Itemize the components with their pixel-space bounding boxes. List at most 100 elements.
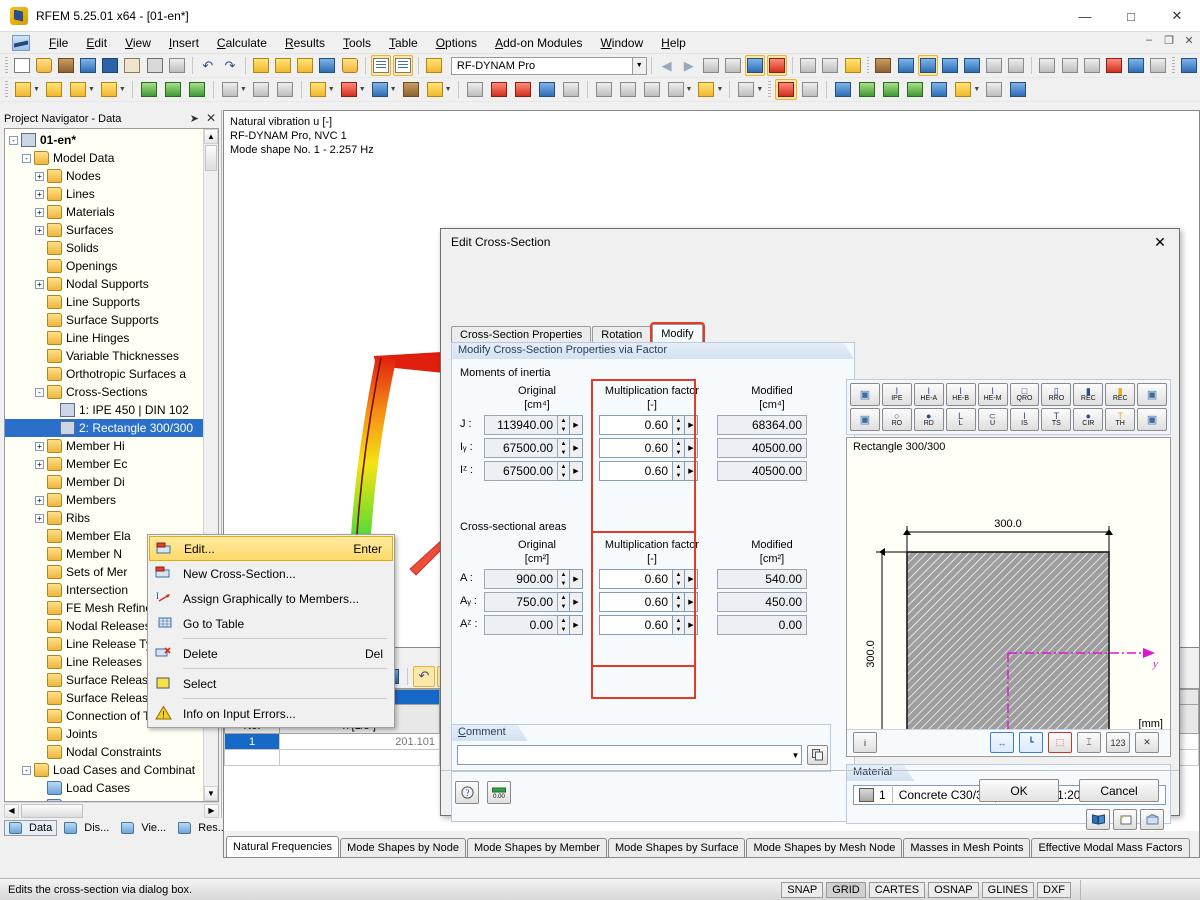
tree-expander[interactable]: + [35, 207, 44, 217]
inertia-factor-0[interactable]: 0.60 [599, 415, 673, 435]
tree-item[interactable]: Member Di [5, 473, 218, 491]
toolbar-grip[interactable] [5, 57, 8, 74]
tree-item[interactable]: + Surfaces [5, 221, 218, 239]
printout-report-icon[interactable] [1006, 55, 1026, 76]
deformation-icon[interactable] [775, 79, 798, 100]
measure-icon[interactable] [1037, 55, 1057, 76]
menu-item-results[interactable]: Results [276, 34, 334, 52]
toolbar-grip-2[interactable] [5, 81, 8, 98]
area-original-more-0[interactable]: ▶ [570, 569, 583, 589]
open-file-icon[interactable] [34, 55, 54, 76]
shape-button-he-a[interactable]: I HE-A [913, 383, 944, 406]
area-original-spinner-2[interactable]: ▲ ▼ [558, 615, 570, 635]
tree-item[interactable]: Line Hinges [5, 329, 218, 347]
inertia-original-more-2[interactable]: ▶ [570, 461, 583, 481]
shape-button-rro[interactable]: ▯ RRO [1041, 383, 1072, 406]
mdi-system-icon[interactable] [12, 34, 30, 51]
tree-expander[interactable]: + [35, 495, 44, 505]
tree-item[interactable]: 2: Rectangle 300/300 [5, 419, 218, 437]
cross-section-context-menu[interactable]: Edit... Enter New Cross-Section... I Assign … [147, 534, 395, 728]
new-solid-icon[interactable] [369, 79, 391, 100]
cross-section-preview[interactable]: Rectangle 300/300 300.0 300.0 y [mm] i ↔… [846, 437, 1171, 757]
dialog-close-icon[interactable]: ✕ [1145, 231, 1175, 253]
show-grid-table-icon[interactable] [392, 55, 413, 76]
menu-item-options[interactable]: Options [427, 34, 486, 52]
addon-module-field[interactable]: RF-DYNAM Pro [450, 56, 633, 75]
table-undo-icon[interactable]: ↶ [413, 665, 435, 687]
new-nodal-support-icon[interactable] [138, 79, 160, 100]
menu-item-view[interactable]: View [116, 34, 160, 52]
calculate-all-icon[interactable] [940, 55, 960, 76]
tree-item[interactable]: Load Combinations [5, 797, 218, 801]
area-original-2[interactable]: 0.00 [484, 615, 558, 635]
inertia-original-more-0[interactable]: ▶ [570, 415, 583, 435]
hscroll-right-icon[interactable]: ▶ [204, 803, 219, 818]
edit-cross-section-dialog[interactable]: Edit Cross-Section ✕ No. 2 Color Cross-S… [440, 228, 1180, 830]
support-forces-icon[interactable] [983, 79, 1005, 100]
empty-row-cell[interactable] [224, 749, 280, 766]
hscroll-left-icon[interactable]: ◀ [4, 803, 19, 818]
show-numeric-icon[interactable] [767, 55, 788, 76]
shape-button-rec[interactable]: ▮ REC [1073, 383, 1104, 406]
area-factor-more-0[interactable]: ▶ [685, 569, 698, 589]
area-original-more-1[interactable]: ▶ [570, 592, 583, 612]
glasses-icon[interactable] [798, 55, 818, 76]
shape-button-rec[interactable]: ▮ REC [1105, 383, 1136, 406]
mdi-minimize-button[interactable]: – [1142, 34, 1156, 47]
shape-button-qro[interactable]: □ QRO [1009, 383, 1040, 406]
close-button[interactable]: ✕ [1154, 0, 1200, 32]
show-tables-icon[interactable] [370, 55, 391, 76]
tree-expander[interactable]: + [35, 441, 44, 451]
column-icon[interactable] [1148, 55, 1168, 76]
shape-button-cir[interactable]: ● CIR [1073, 408, 1104, 431]
menu-item-calculate[interactable]: Calculate [208, 34, 276, 52]
new-member-hinge-icon[interactable] [250, 79, 272, 100]
results-tab-effective-modal-mass-factors[interactable]: Effective Modal Mass Factors [1031, 838, 1190, 857]
tree-item[interactable]: Line Supports [5, 293, 218, 311]
dialog-tab-modify[interactable]: Modify [650, 322, 705, 346]
context-menu-item-assign-graphically-to-members[interactable]: I Assign Graphically to Members... [149, 586, 393, 611]
tree-item[interactable]: - 01-en* [5, 131, 218, 149]
view-z-icon[interactable] [641, 79, 663, 100]
supports-icon[interactable] [820, 55, 840, 76]
new-file-icon[interactable] [12, 55, 32, 76]
status-toggle-snap[interactable]: SNAP [781, 881, 824, 898]
shape-button-he-b[interactable]: I HE-B [945, 383, 976, 406]
new-line-icon[interactable] [43, 79, 65, 100]
shape-button-th[interactable]: T TH [1105, 408, 1136, 431]
area-factor-spinner-1[interactable]: ▲ ▼ [673, 592, 685, 612]
area-original-1[interactable]: 750.00 [484, 592, 558, 612]
new-surface-support-icon[interactable] [186, 79, 208, 100]
select-window-icon[interactable] [317, 55, 337, 76]
shape-button-ro[interactable]: ○ RO [881, 408, 912, 431]
undo-icon[interactable]: ↶ [198, 55, 218, 76]
new-node-icon[interactable] [12, 79, 34, 100]
shape-button-he-m[interactable]: I HE-M [977, 383, 1008, 406]
rotate-icon[interactable] [1059, 55, 1079, 76]
inertia-factor-more-1[interactable]: ▶ [685, 438, 698, 458]
view-x-icon[interactable] [593, 79, 615, 100]
clipboard-icon[interactable] [122, 55, 142, 76]
view-minus-x-icon[interactable] [665, 79, 687, 100]
axis-icon[interactable] [832, 79, 854, 100]
result-cube-icon[interactable] [880, 79, 902, 100]
inertia-factor-spinner-0[interactable]: ▲ ▼ [673, 415, 685, 435]
menu-item-edit[interactable]: Edit [77, 34, 116, 52]
tapered-icon[interactable]: ▣ [1137, 383, 1168, 406]
shape-button-rd[interactable]: ● RD [913, 408, 944, 431]
tree-expander[interactable]: + [35, 459, 44, 469]
help-icon[interactable]: ? [455, 781, 479, 804]
result-table-icon[interactable] [1007, 79, 1029, 100]
inertia-factor-spinner-2[interactable]: ▲ ▼ [673, 461, 685, 481]
area-factor-more-1[interactable]: ▶ [685, 592, 698, 612]
area-factor-more-2[interactable]: ▶ [685, 615, 698, 635]
save-icon[interactable] [100, 55, 120, 76]
view-iso-icon[interactable] [560, 79, 582, 100]
area-original-more-2[interactable]: ▶ [570, 615, 583, 635]
tree-expander[interactable]: + [35, 279, 44, 289]
tree-expander[interactable]: + [35, 513, 44, 523]
animation-icon[interactable] [799, 79, 821, 100]
solid-icon[interactable]: ▣ [1137, 408, 1168, 431]
shape-button-l[interactable]: LL [945, 408, 976, 431]
new-member-set-icon[interactable] [274, 79, 296, 100]
